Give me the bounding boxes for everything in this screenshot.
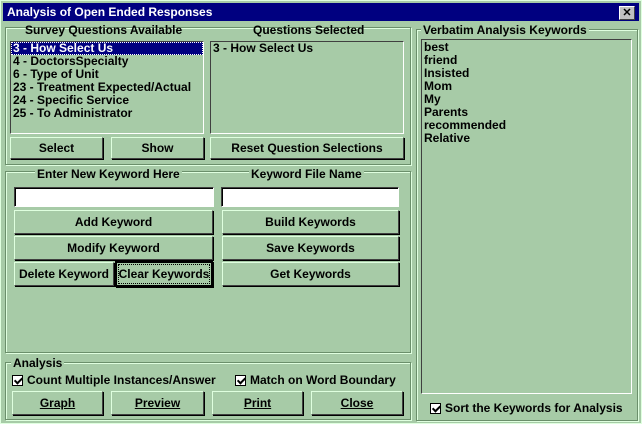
verbatim-keyword-item[interactable]: Mom bbox=[422, 80, 631, 93]
build-keywords-button[interactable]: Build Keywords bbox=[222, 210, 399, 234]
match-word-boundary-label: Match on Word Boundary bbox=[250, 373, 396, 387]
get-keywords-button[interactable]: Get Keywords bbox=[222, 262, 399, 286]
print-button[interactable]: Print bbox=[212, 391, 303, 415]
keyword-file-name-label: Keyword File Name bbox=[249, 167, 364, 181]
preview-button[interactable]: Preview bbox=[111, 391, 204, 415]
delete-keyword-button[interactable]: Delete Keyword bbox=[14, 262, 114, 286]
verbatim-keywords-list[interactable]: best friend Insisted Mom My Parents recommende… bbox=[421, 39, 632, 394]
graph-button[interactable]: Graph bbox=[12, 391, 103, 415]
survey-questions-label: Survey Questions Available bbox=[25, 23, 183, 37]
select-button[interactable]: Select bbox=[10, 137, 103, 159]
checkbox-checked-icon[interactable] bbox=[430, 402, 441, 414]
questions-selected-list[interactable]: 3 - How Select Us bbox=[210, 41, 404, 134]
add-keyword-button[interactable]: Add Keyword bbox=[14, 210, 213, 234]
reset-question-selections-button[interactable]: Reset Question Selections bbox=[210, 137, 404, 159]
survey-questions-list[interactable]: 3 - How Select Us 4 - DoctorsSpecialty 6 -… bbox=[10, 41, 204, 134]
count-multiple-checkbox[interactable]: Count Multiple Instances/Answer bbox=[12, 373, 216, 387]
show-button[interactable]: Show bbox=[111, 137, 204, 159]
verbatim-keyword-item[interactable]: Relative bbox=[422, 132, 631, 145]
graph-label: Graph bbox=[39, 396, 76, 410]
checkbox-checked-icon[interactable] bbox=[235, 374, 246, 386]
sort-keywords-label: Sort the Keywords for Analysis bbox=[445, 401, 623, 415]
close-icon[interactable]: ✕ bbox=[619, 6, 635, 20]
title-bar: Analysis of Open Ended Responses ✕ bbox=[3, 3, 639, 21]
count-multiple-label: Count Multiple Instances/Answer bbox=[27, 373, 216, 387]
analysis-label: Analysis bbox=[11, 356, 65, 370]
sort-keywords-checkbox[interactable]: Sort the Keywords for Analysis bbox=[430, 401, 623, 415]
survey-question-item[interactable]: 25 - To Administrator bbox=[11, 107, 203, 120]
verbatim-label: Verbatim Analysis Keywords bbox=[421, 23, 589, 37]
print-label: Print bbox=[243, 396, 272, 410]
verbatim-keyword-item[interactable]: Insisted bbox=[422, 67, 631, 80]
modify-keyword-button[interactable]: Modify Keyword bbox=[14, 236, 213, 260]
clear-keywords-button[interactable]: Clear Keywords bbox=[115, 261, 213, 287]
save-keywords-button[interactable]: Save Keywords bbox=[222, 236, 399, 260]
analysis-window: Analysis of Open Ended Responses ✕ Surve… bbox=[0, 0, 642, 424]
window-title: Analysis of Open Ended Responses bbox=[7, 5, 213, 19]
questions-selected-label: Questions Selected bbox=[253, 23, 365, 37]
close-label: Close bbox=[340, 396, 374, 410]
preview-label: Preview bbox=[134, 396, 181, 410]
new-keyword-input[interactable] bbox=[14, 187, 214, 207]
checkbox-checked-icon[interactable] bbox=[12, 374, 23, 386]
selected-question-item[interactable]: 3 - How Select Us bbox=[211, 42, 403, 55]
close-button[interactable]: Close bbox=[311, 391, 403, 415]
keyword-file-name-input[interactable] bbox=[221, 187, 399, 207]
enter-keyword-label: Enter New Keyword Here bbox=[35, 167, 182, 181]
match-word-boundary-checkbox[interactable]: Match on Word Boundary bbox=[235, 373, 396, 387]
